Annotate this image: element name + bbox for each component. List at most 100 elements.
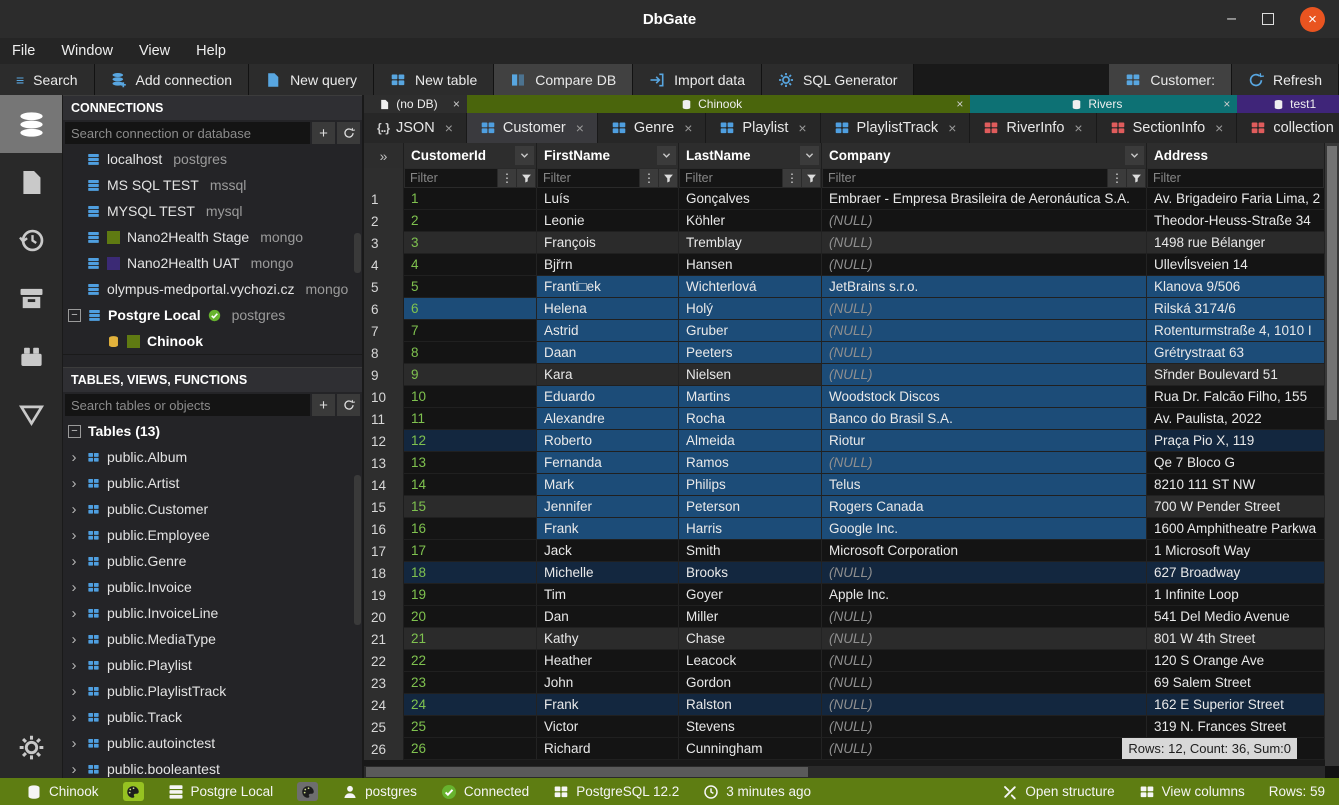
cell-customerid[interactable]: 13 (404, 452, 537, 474)
cell-address[interactable]: 700 W Pender Street (1147, 496, 1325, 518)
cell-company[interactable]: (NULL) (822, 364, 1147, 386)
cell-lastname[interactable]: Holý (679, 298, 822, 320)
tab-group-header-rivers[interactable]: Rivers× (970, 95, 1237, 113)
column-header-firstname[interactable]: FirstName (537, 143, 679, 168)
cell-company[interactable]: (NULL) (822, 672, 1147, 694)
row-number[interactable]: 18 (364, 562, 404, 584)
tab-group-header-test1[interactable]: test1 (1237, 95, 1339, 113)
cell-address[interactable]: 162 E Superior Street (1147, 694, 1325, 716)
cell-company[interactable]: Apple Inc. (822, 584, 1147, 606)
cell-address[interactable]: Rotenturmstraße 4, 1010 I (1147, 320, 1325, 342)
menu-window[interactable]: Window (61, 43, 113, 59)
row-number[interactable]: 24 (364, 694, 404, 716)
cell-customerid[interactable]: 15 (404, 496, 537, 518)
toolbar-button-search[interactable]: ≡Search (0, 64, 95, 95)
cell-firstname[interactable]: Tim (537, 584, 679, 606)
filter-funnel-button[interactable] (517, 169, 535, 187)
tab-genre[interactable]: Genre× (598, 113, 707, 143)
cell-lastname[interactable]: Peterson (679, 496, 822, 518)
menu-help[interactable]: Help (196, 43, 226, 59)
panel-splitter[interactable] (63, 354, 362, 367)
close-group-icon[interactable]: × (956, 97, 963, 111)
cell-address[interactable]: Rilská 3174/6 (1147, 298, 1325, 320)
row-number[interactable]: 23 (364, 672, 404, 694)
row-number[interactable]: 16 (364, 518, 404, 540)
row-number[interactable]: 10 (364, 386, 404, 408)
close-tab-icon[interactable]: × (1215, 120, 1223, 136)
connection-item-chinook[interactable]: Chinook (63, 328, 362, 354)
cell-firstname[interactable]: Kathy (537, 628, 679, 650)
cell-address[interactable]: Ullevĺlsveien 14 (1147, 254, 1325, 276)
cell-customerid[interactable]: 6 (404, 298, 537, 320)
row-number[interactable]: 11 (364, 408, 404, 430)
cell-lastname[interactable]: Harris (679, 518, 822, 540)
status-open-structure[interactable]: Open structure (1002, 784, 1114, 800)
cell-customerid[interactable]: 12 (404, 430, 537, 452)
cell-firstname[interactable]: Michelle (537, 562, 679, 584)
cell-lastname[interactable]: Gonçalves (679, 188, 822, 210)
cell-customerid[interactable]: 1 (404, 188, 537, 210)
cell-firstname[interactable]: Daan (537, 342, 679, 364)
cell-firstname[interactable]: Fernanda (537, 452, 679, 474)
connections-refresh-button[interactable] (337, 122, 360, 144)
cell-company[interactable]: (NULL) (822, 298, 1147, 320)
cell-address[interactable]: Theodor-Heuss-Straße 34 (1147, 210, 1325, 232)
close-tab-icon[interactable]: × (684, 120, 692, 136)
cell-company[interactable]: Embraer - Empresa Brasileira de Aeronáut… (822, 188, 1147, 210)
cell-customerid[interactable]: 14 (404, 474, 537, 496)
cell-company[interactable]: Rogers Canada (822, 496, 1147, 518)
cell-lastname[interactable]: Wichterlová (679, 276, 822, 298)
table-item-public-booleantest[interactable]: ›public.booleantest (63, 756, 362, 778)
toolbar-button-add-connection[interactable]: Add connection (95, 64, 250, 95)
filter-input[interactable] (1148, 169, 1323, 187)
row-number[interactable]: 12 (364, 430, 404, 452)
cell-address[interactable]: Av. Paulista, 2022 (1147, 408, 1325, 430)
row-number[interactable]: 14 (364, 474, 404, 496)
cell-address[interactable]: 8210 111 ST NW (1147, 474, 1325, 496)
cell-customerid[interactable]: 23 (404, 672, 537, 694)
cell-address[interactable]: 120 S Orange Ave (1147, 650, 1325, 672)
cell-firstname[interactable]: Alexandre (537, 408, 679, 430)
cell-company[interactable]: Banco do Brasil S.A. (822, 408, 1147, 430)
close-group-icon[interactable]: × (453, 97, 460, 111)
cell-customerid[interactable]: 11 (404, 408, 537, 430)
column-header-address[interactable]: Address (1147, 143, 1325, 168)
column-header-lastname[interactable]: LastName (679, 143, 822, 168)
cell-lastname[interactable]: Köhler (679, 210, 822, 232)
tables-plus-button[interactable]: + (312, 394, 335, 416)
cell-customerid[interactable]: 10 (404, 386, 537, 408)
toolbar-button-new-table[interactable]: New table (374, 64, 494, 95)
column-dropdown-button[interactable] (515, 146, 534, 165)
cell-lastname[interactable]: Chase (679, 628, 822, 650)
cell-company[interactable]: Microsoft Corporation (822, 540, 1147, 562)
tab-sectioninfo[interactable]: SectionInfo× (1097, 113, 1238, 143)
cell-firstname[interactable]: Frank (537, 518, 679, 540)
connection-item-olympus-medportal-vychozi-cz[interactable]: olympus-medportal.vychozi.czmongo (63, 276, 362, 302)
cell-customerid[interactable]: 25 (404, 716, 537, 738)
toolbar-button-import-data[interactable]: Import data (633, 64, 762, 95)
add-connection-plus-button[interactable]: + (312, 122, 335, 144)
cell-lastname[interactable]: Stevens (679, 716, 822, 738)
close-button[interactable]: × (1300, 7, 1325, 32)
close-tab-icon[interactable]: × (445, 120, 453, 136)
cell-firstname[interactable]: Franti□ek (537, 276, 679, 298)
cell-company[interactable]: Riotur (822, 430, 1147, 452)
table-item-public-invoice[interactable]: ›public.Invoice (63, 574, 362, 600)
cell-company[interactable]: (NULL) (822, 254, 1147, 276)
row-number[interactable]: 17 (364, 540, 404, 562)
cell-company[interactable]: (NULL) (822, 452, 1147, 474)
filter-funnel-button[interactable] (802, 169, 820, 187)
cell-customerid[interactable]: 18 (404, 562, 537, 584)
table-item-public-playlist[interactable]: ›public.Playlist (63, 652, 362, 678)
cell-lastname[interactable]: Cunningham (679, 738, 822, 760)
row-number[interactable]: 9 (364, 364, 404, 386)
cell-address[interactable]: 801 W 4th Street (1147, 628, 1325, 650)
table-item-public-employee[interactable]: ›public.Employee (63, 522, 362, 548)
row-number[interactable]: 5 (364, 276, 404, 298)
horizontal-scrollbar[interactable] (364, 766, 1325, 778)
filter-menu-button[interactable]: ⋮ (640, 169, 658, 187)
close-tab-icon[interactable]: × (1074, 120, 1082, 136)
table-item-public-autoinctest[interactable]: ›public.autoinctest (63, 730, 362, 756)
cell-customerid[interactable]: 5 (404, 276, 537, 298)
table-item-public-artist[interactable]: ›public.Artist (63, 470, 362, 496)
